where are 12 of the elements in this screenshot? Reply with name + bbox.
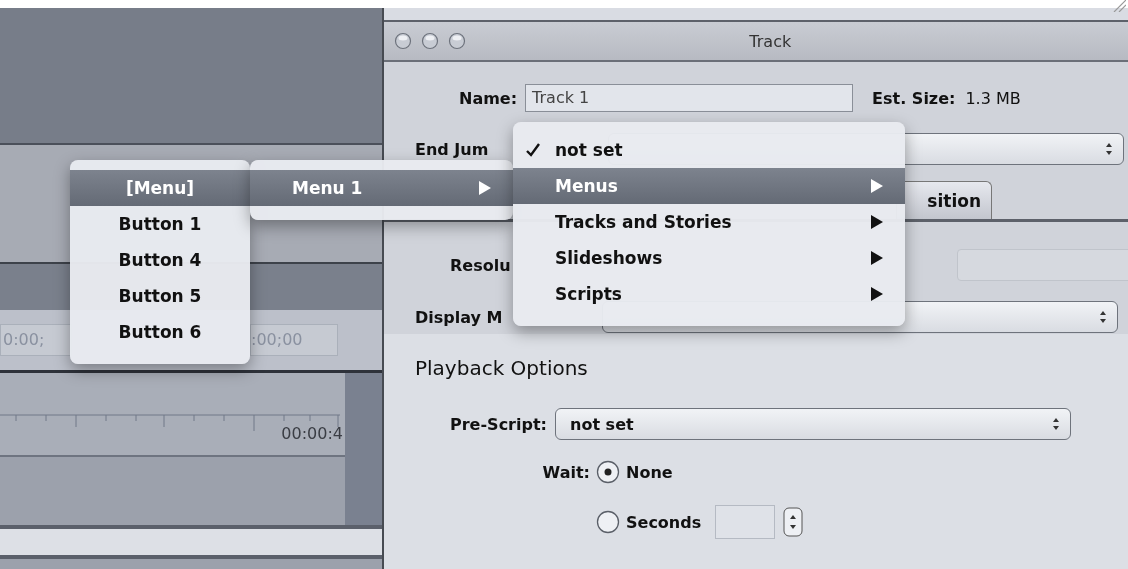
field-label: Est. Size: xyxy=(872,88,956,108)
field-label: Resolu xyxy=(450,255,511,275)
field-label: Pre-Script: xyxy=(450,414,547,434)
window-title: Track xyxy=(748,31,793,51)
size-value: 1.3 MB xyxy=(965,88,1021,108)
ruler-time-label: 00:00:4 xyxy=(281,424,343,443)
popup-value: not set xyxy=(570,414,634,434)
field-label: Wait: xyxy=(541,462,591,482)
field-label: Display M xyxy=(415,307,503,327)
field-label: Name: xyxy=(459,88,518,108)
section-title: Playback Options xyxy=(414,356,589,382)
field-label: End Jum xyxy=(415,139,489,159)
